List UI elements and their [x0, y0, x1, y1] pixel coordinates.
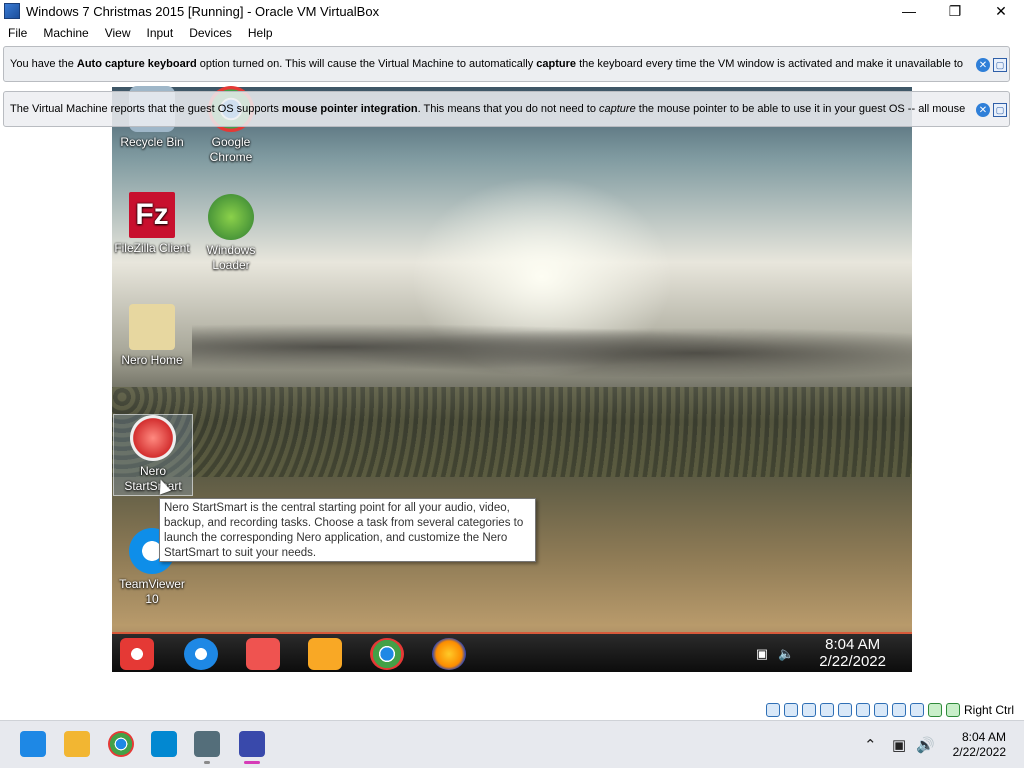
desktop-icon-nero-startsmart[interactable]: Nero StartSmart: [113, 414, 193, 496]
notice-dont-show-icon[interactable]: ▢: [993, 58, 1007, 72]
keyboard-capture-icon[interactable]: [946, 703, 960, 717]
audio-icon[interactable]: [802, 703, 816, 717]
desktop-icon-label: FileZilla Client: [114, 241, 190, 255]
vm-window-icon[interactable]: [239, 731, 265, 757]
host-taskbar: ⌃ ▣ 🔊 8:04 AM 2/22/2022: [0, 720, 1024, 768]
notice-dont-show-icon[interactable]: ▢: [993, 103, 1007, 117]
close-button[interactable]: ✕: [978, 0, 1024, 22]
desktop-icon-label: Nero StartSmart: [124, 464, 182, 493]
desktop-icon-nero-home[interactable]: Nero Home: [112, 304, 192, 368]
nero-home-icon: [129, 304, 175, 350]
santa-start-icon[interactable]: [120, 638, 154, 670]
desktop-icon-label: Recycle Bin: [120, 135, 184, 149]
menu-devices[interactable]: Devices: [181, 26, 240, 40]
guest-time: 8:04 AM: [825, 636, 881, 653]
guest-taskbar: ▣ 🔈 8:04 AM 2/22/2022: [112, 632, 912, 672]
wallpaper-sunflowers: [112, 387, 912, 477]
desktop-icon-label: Nero Home: [121, 353, 183, 367]
running-indicator: [204, 761, 210, 764]
volume-icon[interactable]: 🔊: [916, 736, 935, 754]
chrome-icon[interactable]: [108, 731, 134, 757]
desktop-icon-label: Google Chrome: [209, 135, 253, 164]
notice-text: You have the Auto capture keyboard optio…: [10, 58, 964, 70]
remote-desktop-icon[interactable]: [151, 731, 177, 757]
active-indicator: [244, 761, 260, 764]
internet-explorer-icon[interactable]: [184, 638, 218, 670]
host-key-label: Right Ctrl: [964, 703, 1015, 717]
notice-text: The Virtual Machine reports that the gue…: [10, 103, 966, 115]
optical-drive-icon[interactable]: [784, 703, 798, 717]
mouse-integration-icon[interactable]: [928, 703, 942, 717]
media-player-icon[interactable]: [308, 638, 342, 670]
wallpaper-clouds: [192, 317, 912, 377]
windows-loader-icon: [208, 194, 254, 240]
menu-file[interactable]: File: [0, 26, 35, 40]
menu-help[interactable]: Help: [240, 26, 281, 40]
maximize-button[interactable]: ❐: [932, 0, 978, 22]
auto-capture-notice: You have the Auto capture keyboard optio…: [3, 46, 1010, 82]
network-icon[interactable]: ▣: [754, 646, 770, 662]
host-date: 2/22/2022: [952, 745, 1006, 759]
hard-disk-icon[interactable]: [766, 703, 780, 717]
desktop-icon-filezilla[interactable]: Fz FileZilla Client: [112, 192, 192, 256]
menu-bar: File Machine View Input Devices Help: [0, 23, 1024, 43]
mouse-integration-notice: The Virtual Machine reports that the gue…: [3, 91, 1010, 127]
menu-input[interactable]: Input: [139, 26, 182, 40]
desktop-icon-label: TeamViewer 10: [119, 577, 185, 606]
usb-icon[interactable]: [838, 703, 852, 717]
guest-date: 2/22/2022: [819, 653, 886, 670]
cpu-icon[interactable]: [910, 703, 924, 717]
display-icon[interactable]: [874, 703, 888, 717]
virtualbox-vm-icon: [4, 3, 20, 19]
windows-start-icon[interactable]: [20, 731, 46, 757]
desktop-icon-label: Windows Loader: [206, 243, 256, 272]
chrome-icon[interactable]: [370, 638, 404, 670]
volume-icon[interactable]: 🔈: [778, 646, 794, 662]
guest-clock[interactable]: 8:04 AM 2/22/2022: [819, 636, 886, 670]
network-adapter-icon[interactable]: [820, 703, 834, 717]
host-time: 8:04 AM: [961, 730, 1006, 744]
vm-status-bar: Right Ctrl: [766, 701, 1024, 719]
nero-startsmart-tooltip: Nero StartSmart is the central starting …: [159, 498, 536, 562]
filezilla-icon: Fz: [129, 192, 175, 238]
minimize-button[interactable]: —: [886, 0, 932, 22]
menu-machine[interactable]: Machine: [35, 26, 96, 40]
window-titlebar: Windows 7 Christmas 2015 [Running] - Ora…: [0, 0, 1024, 22]
nero-startsmart-icon: [130, 415, 176, 461]
recording-icon[interactable]: [892, 703, 906, 717]
menu-view[interactable]: View: [97, 26, 139, 40]
desktop-icon-windows-loader[interactable]: Windows Loader: [191, 194, 271, 273]
notice-close-icon[interactable]: ✕: [976, 58, 990, 72]
file-explorer-icon[interactable]: [246, 638, 280, 670]
host-clock[interactable]: 8:04 AM 2/22/2022: [953, 730, 1006, 760]
window-title: Windows 7 Christmas 2015 [Running] - Ora…: [26, 3, 380, 19]
shared-folders-icon[interactable]: [856, 703, 870, 717]
guest-display[interactable]: [112, 87, 912, 672]
chevron-up-icon[interactable]: ⌃: [864, 736, 877, 754]
notice-close-icon[interactable]: ✕: [976, 103, 990, 117]
firefox-icon[interactable]: [432, 638, 466, 670]
network-icon[interactable]: ▣: [892, 736, 906, 754]
virtualbox-icon[interactable]: [194, 731, 220, 757]
file-explorer-icon[interactable]: [64, 731, 90, 757]
